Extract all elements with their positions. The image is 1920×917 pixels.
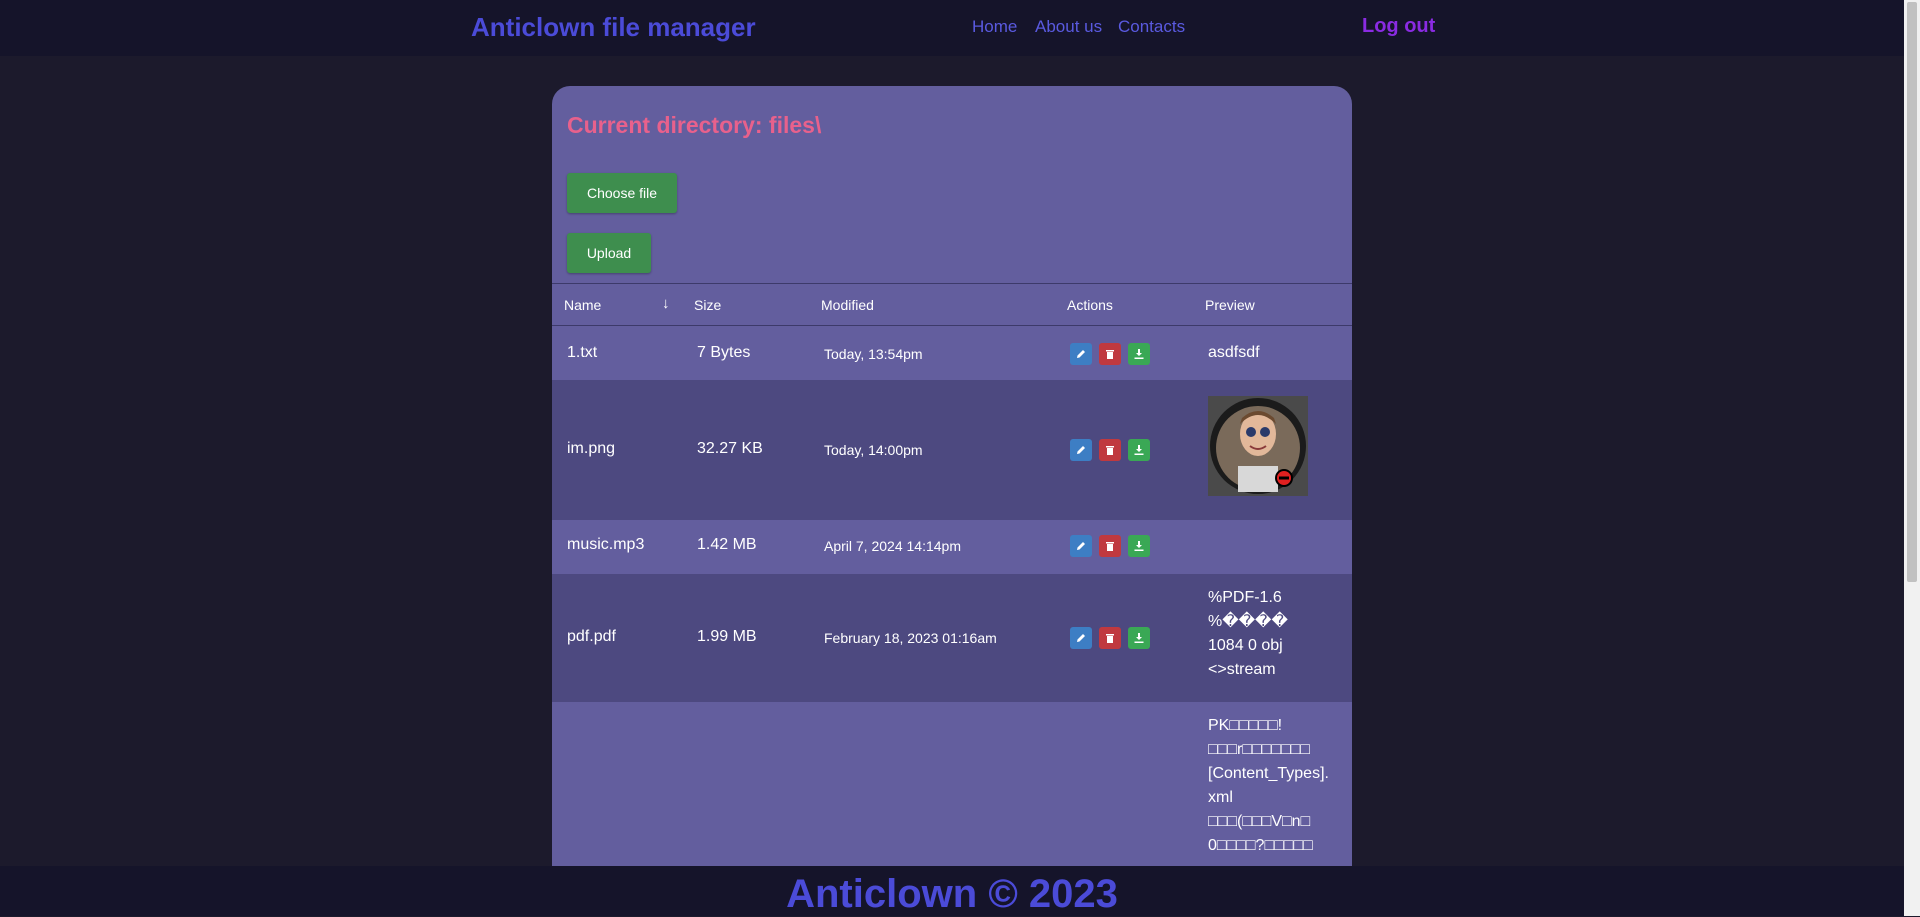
header-preview: Preview	[1205, 297, 1255, 313]
pencil-icon	[1077, 446, 1085, 454]
pencil-icon	[1077, 350, 1085, 358]
download-icon	[1134, 633, 1144, 643]
file-name[interactable]: music.mp3	[567, 536, 644, 554]
pencil-icon	[1077, 542, 1085, 550]
file-name[interactable]: pdf.pdf	[567, 628, 616, 646]
sort-arrow-icon[interactable]: ↓	[662, 295, 670, 312]
table-row: music.mp3 1.42 MB April 7, 2024 14:14pm	[552, 520, 1352, 574]
delete-button[interactable]	[1099, 627, 1121, 649]
download-button[interactable]	[1128, 439, 1150, 461]
header-modified: Modified	[821, 297, 874, 313]
scrollbar-thumb[interactable]	[1907, 2, 1917, 582]
file-preview: %PDF-1.6 %���� 1084 0 obj <>stream	[1208, 589, 1288, 678]
page-scrollbar[interactable]	[1904, 0, 1920, 916]
download-button[interactable]	[1128, 535, 1150, 557]
file-size: 7 Bytes	[697, 344, 751, 361]
brand-title[interactable]: Anticlown file manager	[471, 12, 756, 43]
page-footer: Anticlown © 2023	[0, 866, 1904, 916]
image-preview-thumbnail[interactable]	[1208, 396, 1308, 496]
upload-button[interactable]: Upload	[567, 233, 651, 273]
file-name[interactable]: 1.txt	[567, 344, 597, 362]
current-directory-title: Current directory: files\	[567, 112, 822, 138]
header-name[interactable]: Name	[564, 297, 601, 313]
table-row: pdf.pdf 1.99 MB February 18, 2023 01:16a…	[552, 574, 1352, 702]
edit-button[interactable]	[1070, 439, 1092, 461]
file-size: 1.99 MB	[697, 628, 757, 645]
file-modified: February 18, 2023 01:16am	[824, 630, 997, 646]
choose-file-button[interactable]: Choose file	[567, 173, 677, 213]
file-modified: Today, 13:54pm	[824, 346, 923, 362]
trash-icon	[1106, 350, 1114, 359]
delete-button[interactable]	[1099, 535, 1121, 557]
table-row: 1.txt 7 Bytes Today, 13:54pm asdfsdf	[552, 326, 1352, 380]
download-icon	[1134, 349, 1144, 359]
file-modified: Today, 14:00pm	[824, 442, 923, 458]
header-size: Size	[694, 297, 722, 313]
download-button[interactable]	[1128, 343, 1150, 365]
delete-button[interactable]	[1099, 343, 1121, 365]
avatar-photo-icon	[1208, 396, 1308, 496]
delete-button[interactable]	[1099, 439, 1121, 461]
trash-icon	[1106, 542, 1114, 551]
file-size: 32.27 KB	[697, 440, 763, 457]
footer-copyright: Anticlown © 2023	[786, 872, 1118, 916]
nav-about-link[interactable]: About us	[1035, 17, 1102, 37]
pencil-icon	[1077, 634, 1085, 642]
file-preview: asdfsdf	[1208, 344, 1260, 361]
trash-icon	[1106, 634, 1114, 643]
top-navbar: Anticlown file manager Home About us Con…	[0, 0, 1904, 56]
logout-link[interactable]: Log out	[1362, 15, 1435, 38]
file-name[interactable]: im.png	[567, 440, 615, 458]
download-icon	[1134, 541, 1144, 551]
edit-button[interactable]	[1070, 535, 1092, 557]
edit-button[interactable]	[1070, 627, 1092, 649]
header-actions: Actions	[1067, 297, 1113, 313]
download-button[interactable]	[1128, 627, 1150, 649]
table-header: Name ↓ Size Modified Actions Preview	[552, 283, 1352, 326]
edit-button[interactable]	[1070, 343, 1092, 365]
file-modified: April 7, 2024 14:14pm	[824, 538, 961, 554]
file-size: 1.42 MB	[697, 536, 757, 553]
file-preview: PK□□□□□! □□□r□□□□□□□ [Content_Types]. xm…	[1208, 717, 1329, 854]
nav-contacts-link[interactable]: Contacts	[1118, 17, 1185, 37]
download-icon	[1134, 445, 1144, 455]
nav-home-link[interactable]: Home	[972, 17, 1017, 37]
file-manager-panel: Current directory: files\ Choose file Up…	[552, 86, 1352, 916]
table-row: im.png 32.27 KB Today, 14:00pm	[552, 380, 1352, 520]
trash-icon	[1106, 446, 1114, 455]
